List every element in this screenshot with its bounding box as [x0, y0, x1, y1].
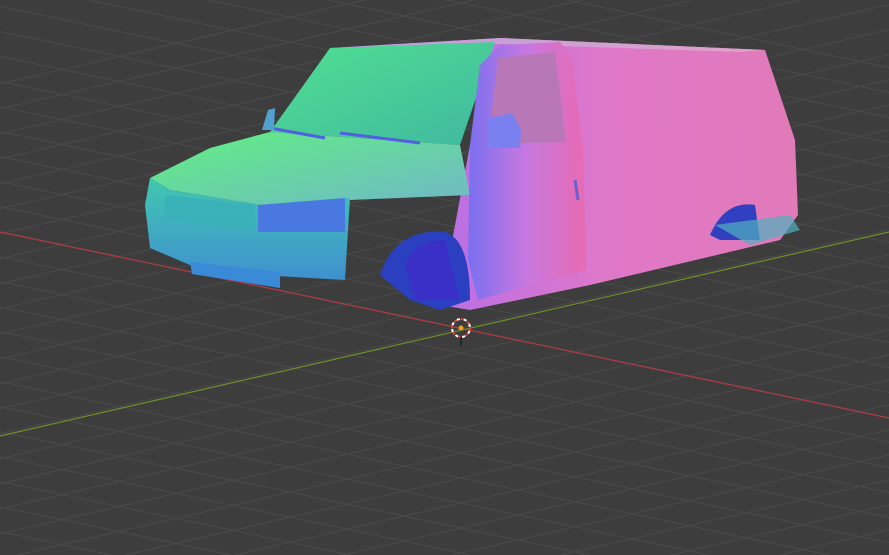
- grid-line: [343, 429, 889, 555]
- grid-line: [0, 406, 710, 555]
- grid-line: [16, 354, 889, 555]
- grid-line: [0, 304, 889, 510]
- viewport-canvas[interactable]: [0, 0, 889, 555]
- van-hood: [150, 132, 470, 205]
- grid-line: [0, 331, 889, 519]
- grid-line: [561, 479, 889, 555]
- grid-line: [0, 279, 889, 485]
- grid-line: [779, 529, 889, 555]
- grid-line: [0, 281, 889, 469]
- grid-line: [0, 456, 471, 555]
- grid-line: [0, 531, 112, 555]
- van-windshield: [270, 42, 495, 145]
- grid-line: [234, 404, 889, 555]
- grid-line: [0, 329, 889, 535]
- grid-line: [670, 504, 889, 555]
- grid-line: [0, 356, 889, 544]
- van-mesh[interactable]: [145, 38, 800, 310]
- grid-line: [452, 454, 889, 555]
- grid-line: [125, 379, 889, 555]
- 3d-viewport[interactable]: [0, 0, 889, 555]
- 3d-cursor-icon[interactable]: [451, 318, 471, 346]
